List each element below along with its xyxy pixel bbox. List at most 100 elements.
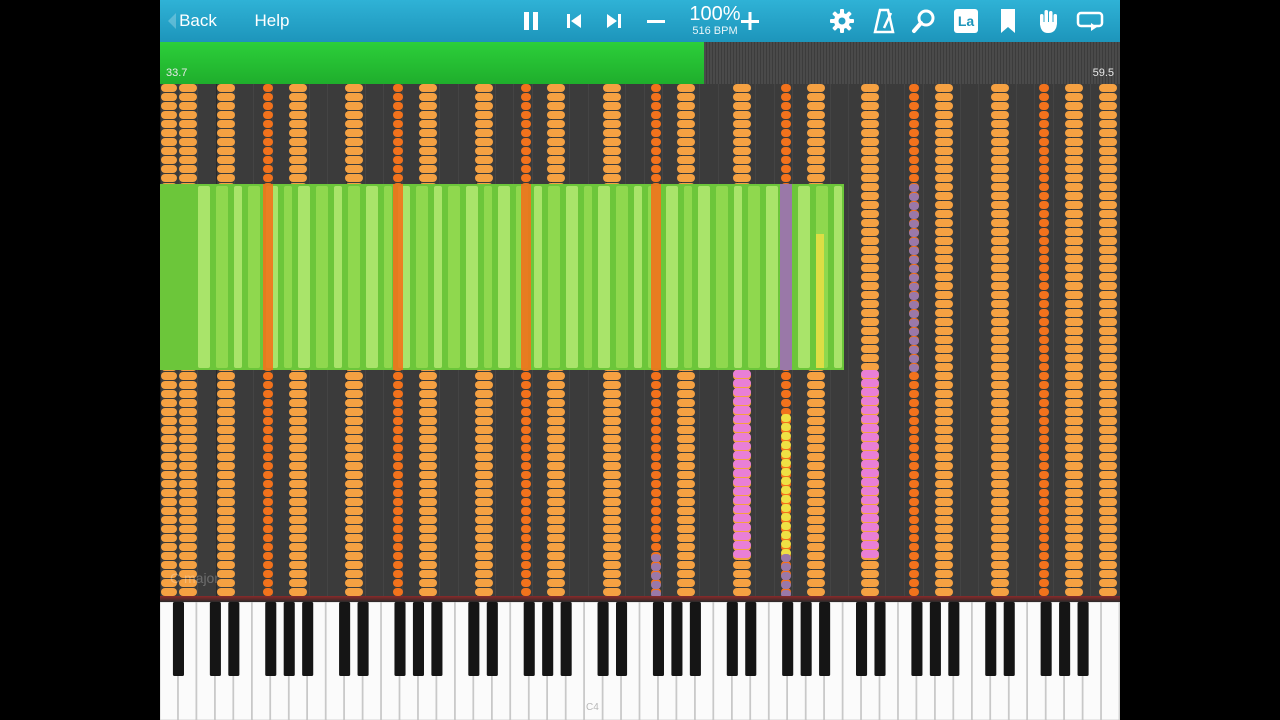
note — [807, 516, 825, 524]
note — [991, 363, 1009, 371]
progress-tick — [712, 42, 713, 84]
note — [781, 563, 791, 571]
note — [263, 372, 273, 380]
note — [161, 120, 177, 128]
chord-note — [234, 186, 242, 368]
note — [1039, 192, 1049, 200]
note — [909, 174, 919, 182]
note — [1065, 309, 1083, 317]
progress-tick — [781, 42, 782, 84]
note — [547, 480, 565, 488]
progress-tick — [922, 42, 923, 84]
skip-back-button[interactable] — [560, 0, 588, 42]
back-button[interactable]: Back — [166, 0, 230, 42]
falling-notes-area[interactable]: C major — [160, 84, 1120, 596]
note — [935, 210, 953, 218]
note — [677, 120, 695, 128]
note — [1065, 201, 1083, 209]
note — [1099, 444, 1117, 452]
note — [345, 390, 363, 398]
note — [419, 156, 437, 164]
pause-button[interactable] — [516, 0, 546, 42]
note — [521, 579, 531, 587]
progress-tick — [1000, 42, 1001, 84]
progress-tick — [706, 42, 707, 84]
note — [1099, 138, 1117, 146]
tempo-increase-button[interactable] — [736, 0, 764, 42]
note — [909, 435, 919, 443]
note — [733, 406, 751, 414]
note — [547, 462, 565, 470]
progress-tick — [925, 42, 926, 84]
note — [1039, 102, 1049, 110]
chord-note — [434, 186, 442, 368]
note — [1099, 219, 1117, 227]
chord-note — [716, 186, 728, 368]
note — [935, 579, 953, 587]
note — [1039, 336, 1049, 344]
note — [651, 462, 661, 470]
note — [1039, 534, 1049, 542]
song-progress-bar[interactable]: 33.7 59.5 — [160, 42, 1120, 84]
hand-button[interactable] — [1032, 0, 1064, 42]
progress-tick — [766, 42, 767, 84]
note — [935, 381, 953, 389]
note — [935, 309, 953, 317]
note — [603, 174, 621, 182]
note — [909, 292, 919, 300]
note — [393, 552, 403, 560]
note — [781, 432, 791, 440]
note — [651, 563, 661, 571]
note — [1099, 120, 1117, 128]
help-button[interactable]: Help — [246, 0, 298, 42]
note — [909, 202, 919, 210]
note — [935, 111, 953, 119]
note — [289, 372, 307, 380]
skip-forward-button[interactable] — [600, 0, 628, 42]
note — [603, 84, 621, 92]
chord-note — [616, 186, 628, 368]
black-key — [819, 602, 831, 676]
note — [807, 426, 825, 434]
piano-keyboard[interactable]: C4 — [160, 602, 1120, 720]
labels-button[interactable]: La — [950, 0, 982, 42]
note — [1065, 588, 1083, 596]
note — [677, 372, 695, 380]
loop-button[interactable] — [1074, 0, 1106, 42]
note — [935, 84, 953, 92]
black-key — [468, 602, 480, 676]
note — [991, 210, 1009, 218]
note — [217, 543, 235, 551]
note — [677, 525, 695, 533]
note — [651, 165, 661, 173]
chord-note — [634, 186, 642, 368]
metronome-button[interactable] — [868, 0, 900, 42]
settings-button[interactable] — [826, 0, 858, 42]
note — [909, 301, 919, 309]
note — [733, 138, 751, 146]
note — [861, 129, 879, 137]
zoom-button[interactable] — [908, 0, 940, 42]
note — [217, 534, 235, 542]
back-button-label: Back — [179, 11, 217, 30]
note — [991, 516, 1009, 524]
bookmark-button[interactable] — [992, 0, 1024, 42]
note — [733, 379, 751, 387]
tempo-decrease-button[interactable] — [642, 0, 670, 42]
note — [1065, 192, 1083, 200]
note — [393, 462, 403, 470]
note — [263, 102, 273, 110]
note — [1099, 201, 1117, 209]
note — [991, 390, 1009, 398]
note — [781, 390, 791, 398]
note — [393, 435, 403, 443]
note — [521, 552, 531, 560]
note — [1099, 552, 1117, 560]
note — [475, 93, 493, 101]
note — [1065, 426, 1083, 434]
note — [263, 417, 273, 425]
note — [393, 543, 403, 551]
note — [217, 498, 235, 506]
note — [1065, 363, 1083, 371]
note — [419, 129, 437, 137]
